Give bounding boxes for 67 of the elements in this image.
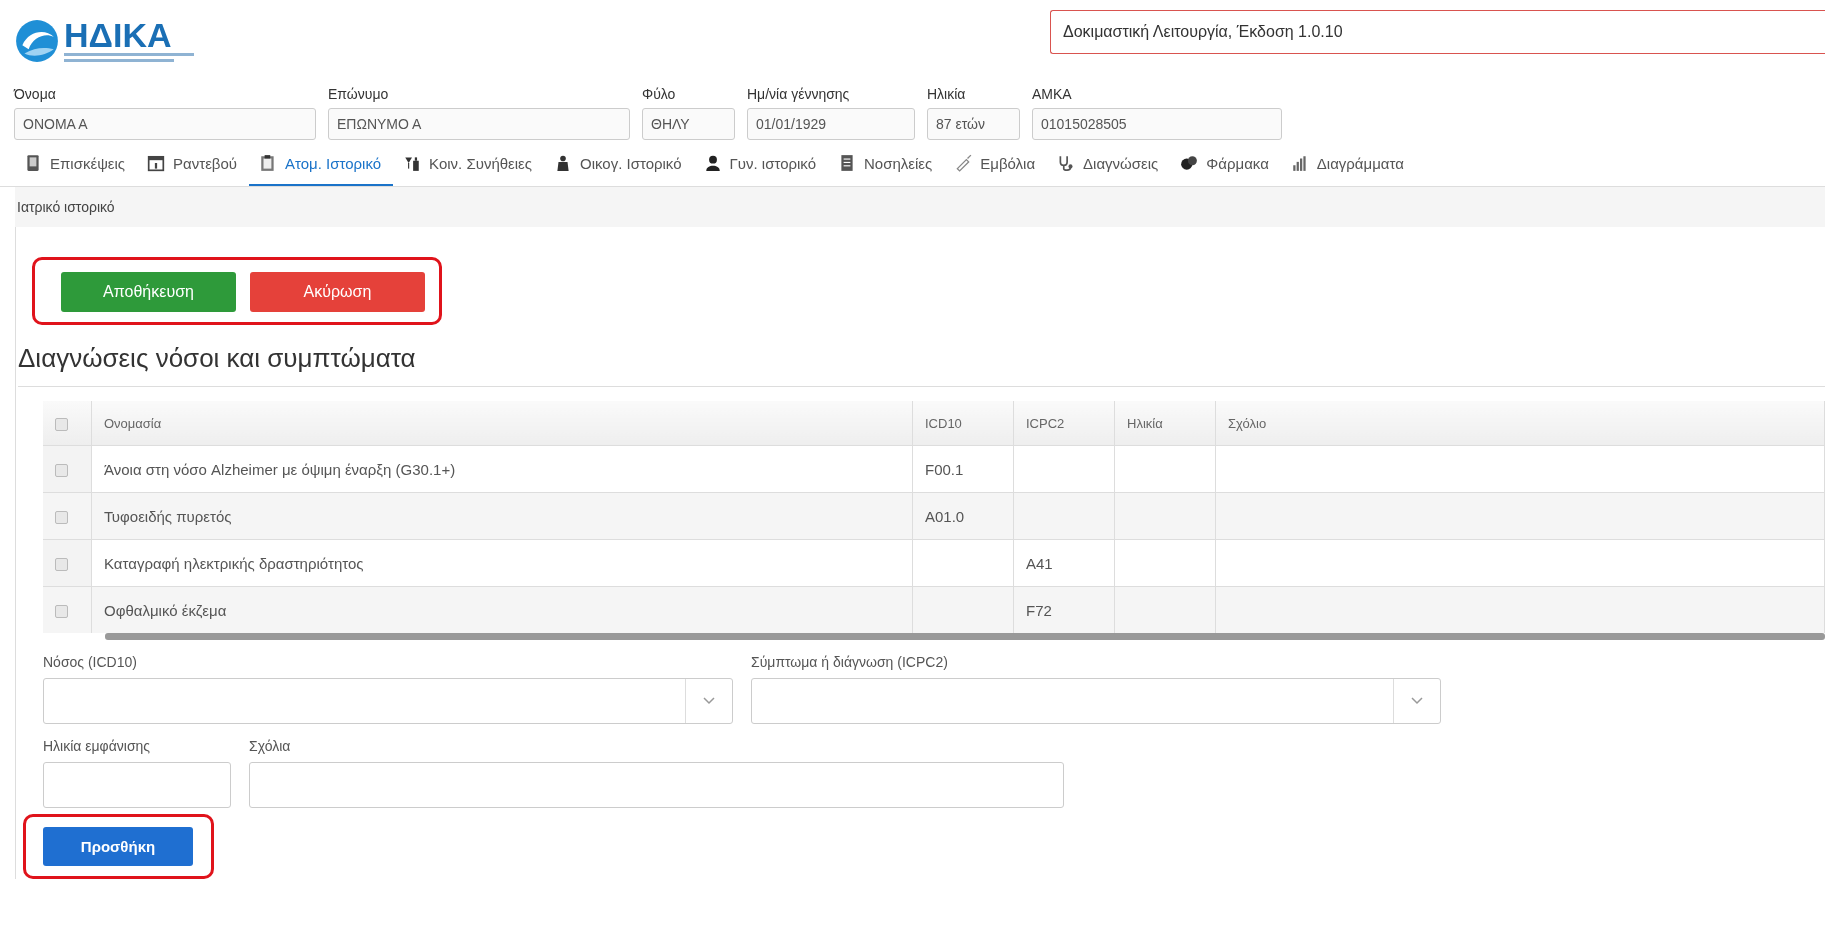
tab[interactable]: Εμβόλια bbox=[944, 144, 1048, 186]
panel-title: Ιατρικό ιστορικό bbox=[17, 199, 115, 215]
scrollbar[interactable] bbox=[105, 633, 1825, 640]
tab[interactable]: Οικογ. Ιστορικό bbox=[544, 144, 694, 186]
symptom-dropdown[interactable] bbox=[751, 678, 1441, 724]
table-cell: Τυφοειδής πυρετός bbox=[104, 507, 232, 525]
table-cell: A41 bbox=[1026, 554, 1053, 572]
section-title: Διαγνώσεις νόσοι και συμπτώματα bbox=[18, 343, 1825, 387]
table-cell: F00.1 bbox=[925, 460, 964, 478]
row-checkbox[interactable] bbox=[55, 558, 68, 572]
field-label: Ηλικία bbox=[927, 86, 967, 102]
version-notice: Δοκιμαστική Λειτουργία, Έκδοση 1.0.10 bbox=[1050, 10, 1825, 54]
tab[interactable]: Επισκέψεις bbox=[14, 144, 138, 186]
input-field[interactable]: ΕΠΩΝΥΜΟ Α bbox=[328, 108, 630, 140]
calendar-icon bbox=[147, 154, 166, 172]
tab[interactable]: Νοσηλείες bbox=[828, 144, 945, 186]
save-button[interactable]: Αποθήκευση bbox=[61, 272, 236, 312]
table-cell: Οφθαλμικό έκζεμα bbox=[104, 601, 227, 619]
column-header: Ονομασία bbox=[91, 401, 913, 446]
column-header: ICD10 bbox=[912, 401, 1014, 446]
column-header: Ηλικία bbox=[1114, 401, 1216, 446]
person-icon bbox=[703, 154, 722, 172]
chevron-down-icon bbox=[703, 697, 715, 705]
logo-text: ΗΔΙΚΑ bbox=[64, 18, 173, 52]
tab[interactable]: Γυν. ιστορικό bbox=[693, 144, 828, 186]
column-header: ICPC2 bbox=[1013, 401, 1115, 446]
row-checkbox[interactable] bbox=[55, 464, 68, 478]
input-field[interactable] bbox=[249, 762, 1064, 808]
tab[interactable]: Κοιν. Συνήθειες bbox=[393, 144, 545, 186]
field-label: Σύμπτωμα ή διάγνωση (ICPC2) bbox=[751, 654, 949, 670]
add-button[interactable]: Προσθήκη bbox=[43, 827, 193, 866]
input-field[interactable] bbox=[43, 762, 231, 808]
field-label: Όνομα bbox=[14, 86, 57, 102]
pills-icon bbox=[1180, 154, 1199, 172]
input-field[interactable]: ΟΝΟΜΑ Α bbox=[14, 108, 316, 140]
field-label: ΑΜΚΑ bbox=[1032, 86, 1073, 102]
tab[interactable]: Διαγνώσεις bbox=[1047, 144, 1171, 186]
field-label: Ηλικία εμφάνισης bbox=[43, 738, 152, 754]
select-all-checkbox[interactable] bbox=[55, 417, 68, 431]
table-cell: Καταγραφή ηλεκτρικής δραστηριότητος bbox=[104, 554, 364, 572]
field-label: Φύλο bbox=[642, 86, 677, 102]
cancel-button[interactable]: Ακύρωση bbox=[250, 272, 425, 312]
glass-icon bbox=[403, 154, 422, 172]
table-cell: Άνοια στη νόσο Alzheimer με όψιμη έναρξη (G30.1+) bbox=[104, 460, 456, 478]
field-label: Σχόλια bbox=[249, 738, 292, 754]
tab[interactable]: Ραντεβού bbox=[137, 144, 250, 186]
input-field[interactable]: 01/01/1929 bbox=[747, 108, 915, 140]
disease-dropdown[interactable] bbox=[43, 678, 733, 724]
tab[interactable]: Φάρμακα bbox=[1170, 144, 1281, 186]
field-label: Ημ/νία γέννησης bbox=[747, 86, 851, 102]
input-field[interactable]: ΘΗΛΥ bbox=[642, 108, 735, 140]
column-header: Σχόλιο bbox=[1215, 401, 1825, 446]
input-field[interactable]: 87 ετών bbox=[927, 108, 1020, 140]
tablet-icon bbox=[24, 154, 42, 172]
table-cell: F72 bbox=[1026, 601, 1052, 619]
field-label: Νόσος (ICD10) bbox=[43, 654, 138, 670]
row-checkbox[interactable] bbox=[55, 511, 68, 525]
chevron-down-icon bbox=[1411, 697, 1423, 705]
row-checkbox[interactable] bbox=[55, 605, 68, 619]
document-icon bbox=[838, 154, 856, 172]
table-cell: A01.0 bbox=[925, 507, 965, 525]
field-label: Επώνυμο bbox=[328, 86, 390, 102]
syringe-icon bbox=[954, 154, 973, 172]
input-field[interactable]: 01015028505 bbox=[1032, 108, 1282, 140]
chart-icon bbox=[1290, 154, 1309, 172]
tab[interactable]: Διαγράμματα bbox=[1280, 144, 1416, 186]
logo-icon bbox=[14, 18, 60, 64]
